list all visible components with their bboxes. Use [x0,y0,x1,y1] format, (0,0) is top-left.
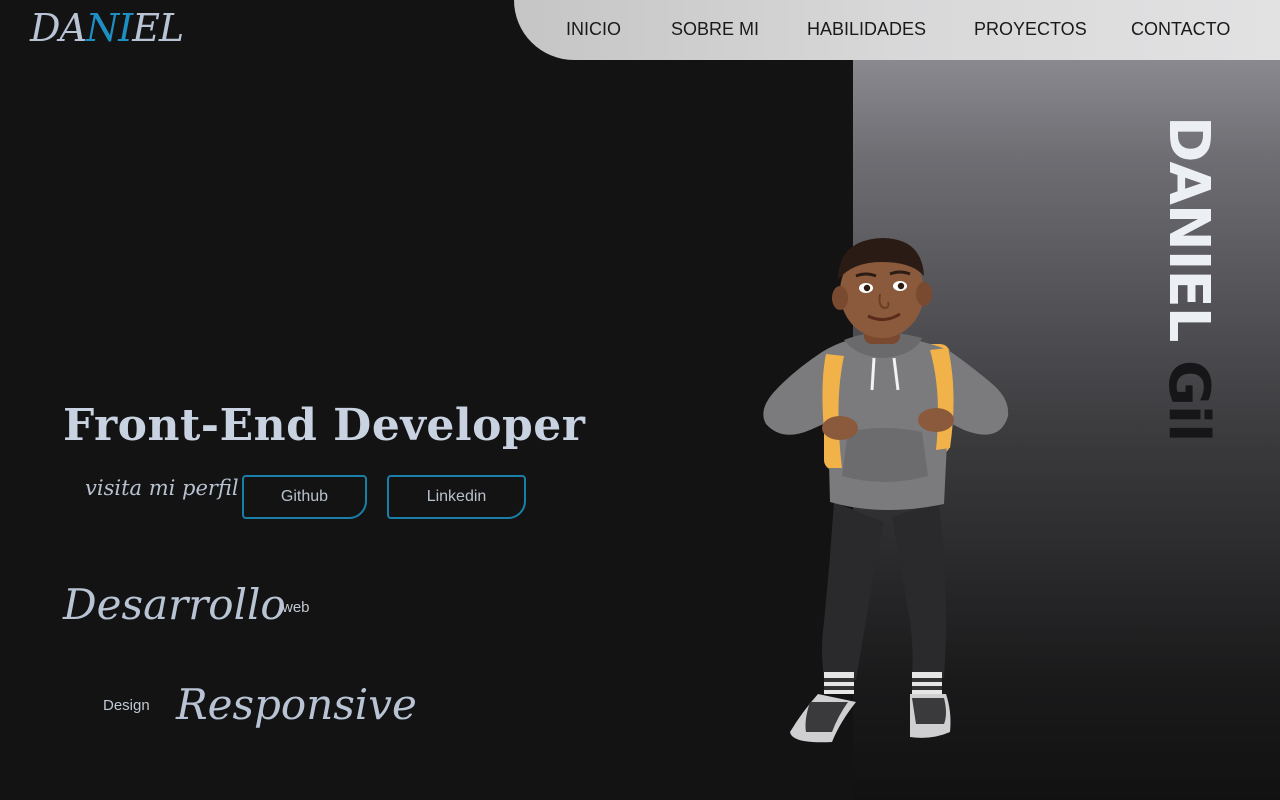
visit-profile-label: visita mi perfil [85,476,239,500]
vertical-name-dark: Gil [1156,359,1221,442]
character-illustration [763,238,1009,743]
nav-item-sobre-mi[interactable]: SOBRE MI [671,19,759,40]
nav-item-proyectos[interactable]: PROYECTOS [974,19,1087,40]
vertical-name: DANIEL Gil [1156,116,1221,441]
nav-item-contacto[interactable]: CONTACTO [1131,19,1230,40]
logo-part-1: DA [30,6,87,50]
hero-title: Front-End Developer [63,400,586,451]
word-responsive: Responsive [176,680,417,729]
main-navigation: INICIO SOBRE MI HABILIDADES PROYECTOS CO… [514,0,1280,60]
github-button[interactable]: Github [242,475,367,519]
word-desarrollo: Desarrollo [63,580,286,629]
site-logo[interactable]: DANIEL [30,6,184,50]
nav-item-habilidades[interactable]: HABILIDADES [807,19,926,40]
nav-item-inicio[interactable]: INICIO [566,19,621,40]
vertical-name-light: DANIEL [1156,116,1221,360]
logo-part-3: EL [132,6,184,50]
logo-part-2: NI [85,6,133,50]
word-web: web [282,599,310,616]
linkedin-button[interactable]: Linkedin [387,475,526,519]
word-design: Design [103,697,150,714]
